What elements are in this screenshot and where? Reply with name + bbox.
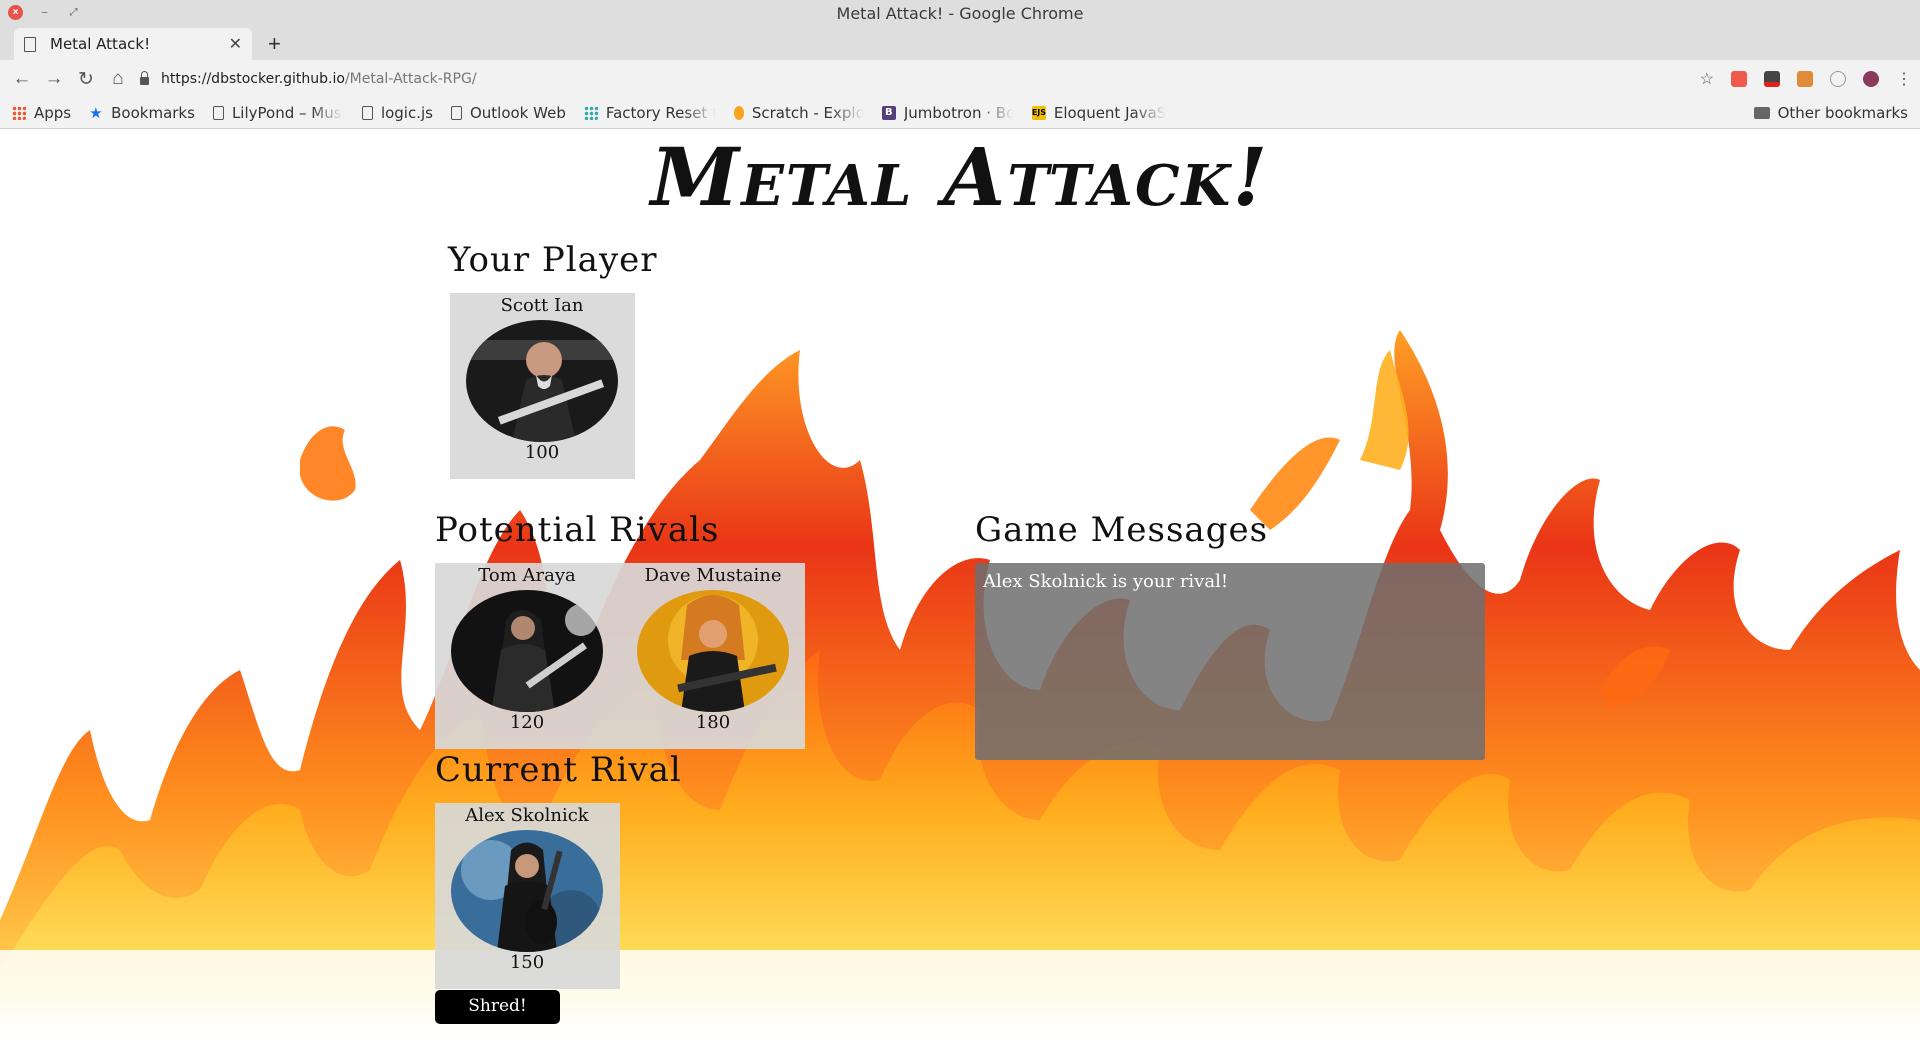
current-rival-card[interactable]: Alex Skolnick 150 bbox=[435, 803, 620, 989]
rival-card-dave-mustaine[interactable]: Dave Mustaine 180 bbox=[621, 563, 805, 733]
bookmark-logic-js[interactable]: logic.js bbox=[361, 104, 433, 122]
page-icon bbox=[24, 36, 36, 52]
current-rival-card-content: Alex Skolnick 150 bbox=[435, 803, 619, 973]
reload-icon[interactable]: ↻ bbox=[70, 68, 102, 91]
window-minimize-icon[interactable]: – bbox=[37, 5, 52, 20]
page-icon bbox=[450, 106, 462, 120]
extension-icon[interactable] bbox=[1731, 71, 1747, 87]
window-title: Metal Attack! - Google Chrome bbox=[836, 3, 1084, 23]
extension-icon[interactable] bbox=[1764, 71, 1780, 87]
browser-toolbar: ← → ↻ ⌂ https://dbstocker.github.io/Meta… bbox=[0, 60, 1920, 98]
back-icon[interactable]: ← bbox=[6, 68, 38, 90]
new-tab-button[interactable]: + bbox=[268, 31, 281, 57]
scratch-icon bbox=[733, 106, 744, 120]
home-icon[interactable]: ⌂ bbox=[102, 68, 134, 90]
rival-portrait-image bbox=[637, 590, 789, 712]
bookmark-outlook[interactable]: Outlook Web bbox=[450, 104, 566, 122]
player-portrait-image bbox=[466, 320, 618, 442]
player-name: Scott Ian bbox=[500, 295, 584, 316]
rival-hp: 180 bbox=[695, 712, 731, 733]
profile-avatar[interactable] bbox=[1863, 71, 1879, 87]
bookmark-eloquent-js[interactable]: EJS Eloquent JavaS bbox=[1031, 104, 1166, 122]
lock-icon bbox=[140, 71, 149, 85]
game-message: Alex Skolnick is your rival! bbox=[983, 571, 1229, 592]
window-close-icon[interactable]: × bbox=[8, 5, 23, 20]
bootstrap-icon: B bbox=[881, 106, 896, 120]
rival-hp: 120 bbox=[509, 712, 545, 733]
tab-strip: Metal Attack! ✕ + bbox=[0, 26, 1920, 60]
window-titlebar: × – ⤢ Metal Attack! - Google Chrome bbox=[0, 0, 1920, 26]
player-card-content: Scott Ian 100 bbox=[450, 293, 634, 463]
bookmark-jumbotron[interactable]: B Jumbotron · Bo bbox=[881, 104, 1014, 122]
tab-metal-attack[interactable]: Metal Attack! ✕ bbox=[14, 28, 252, 60]
player-hp: 100 bbox=[524, 442, 560, 463]
potential-rivals-heading: Potential Rivals bbox=[435, 510, 720, 550]
your-player-heading: Your Player bbox=[448, 240, 658, 280]
rivals-box: Tom Araya 120 Dave Mustaine 180 bbox=[435, 563, 805, 749]
bookmark-scratch[interactable]: Scratch - Explor bbox=[733, 104, 864, 122]
rival-name: Tom Araya bbox=[478, 565, 576, 586]
url-path: /Metal-Attack-RPG/ bbox=[344, 71, 477, 87]
flames-background bbox=[0, 330, 1920, 1052]
dots-icon bbox=[583, 106, 598, 120]
forward-icon[interactable]: → bbox=[38, 68, 70, 90]
current-rival-heading: Current Rival bbox=[435, 750, 682, 790]
bookmark-factory-reset[interactable]: Factory Reset f bbox=[583, 104, 716, 122]
tab-close-icon[interactable]: ✕ bbox=[229, 34, 242, 54]
rival-name: Dave Mustaine bbox=[644, 565, 782, 586]
shred-button[interactable]: Shred! bbox=[435, 990, 560, 1024]
other-bookmarks[interactable]: Other bookmarks bbox=[1753, 104, 1908, 122]
game-title: Metal Attack! bbox=[650, 130, 1270, 224]
menu-dots-icon[interactable]: ⋮ bbox=[1896, 69, 1912, 89]
bookmark-bookmarks[interactable]: ★ Bookmarks bbox=[89, 104, 195, 122]
game-messages-heading: Game Messages bbox=[975, 510, 1269, 550]
extension-icon[interactable] bbox=[1830, 71, 1846, 87]
current-rival-portrait-image bbox=[451, 830, 603, 952]
current-rival-name: Alex Skolnick bbox=[465, 805, 589, 826]
url-host: https://dbstocker.github.io bbox=[161, 71, 345, 87]
address-bar[interactable]: https://dbstocker.github.io/Metal-Attack… bbox=[140, 64, 1670, 94]
tab-label: Metal Attack! bbox=[50, 35, 151, 53]
bookmark-apps[interactable]: Apps bbox=[12, 104, 71, 122]
folder-icon bbox=[1753, 107, 1770, 119]
apps-grid-icon bbox=[12, 106, 26, 120]
page-content: Metal Attack! Your Player Scott Ian 100 … bbox=[0, 130, 1920, 1052]
star-icon: ★ bbox=[89, 104, 103, 122]
extension-icon[interactable] bbox=[1797, 71, 1813, 87]
bookmarks-bar: Apps ★ Bookmarks LilyPond – Musi logic.j… bbox=[0, 98, 1920, 129]
rival-portrait-image bbox=[451, 590, 603, 712]
page-icon bbox=[361, 106, 373, 120]
bookmark-lilypond[interactable]: LilyPond – Musi bbox=[212, 104, 344, 122]
game-messages-box: Alex Skolnick is your rival! bbox=[975, 563, 1485, 760]
window-maximize-icon[interactable]: ⤢ bbox=[66, 5, 81, 20]
ejs-icon: EJS bbox=[1031, 106, 1046, 120]
bookmark-star-icon[interactable]: ☆ bbox=[1700, 69, 1714, 89]
player-card[interactable]: Scott Ian 100 bbox=[450, 293, 635, 479]
rival-card-tom-araya[interactable]: Tom Araya 120 bbox=[435, 563, 619, 733]
current-rival-hp: 150 bbox=[509, 952, 545, 973]
page-icon bbox=[212, 106, 224, 120]
